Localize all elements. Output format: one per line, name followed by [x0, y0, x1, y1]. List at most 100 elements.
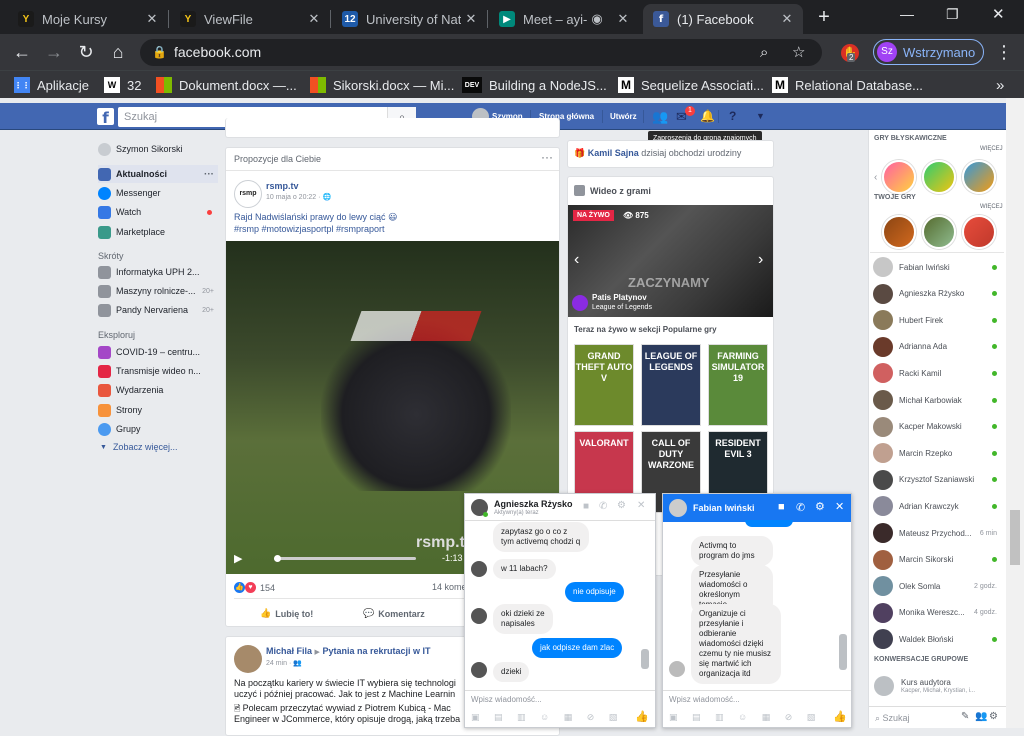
- tab-university[interactable]: 12 University of Natu ✕: [332, 4, 487, 34]
- explore-item[interactable]: COVID-19 – centru...: [98, 343, 218, 361]
- comment-button[interactable]: 💬 Komentarz: [363, 608, 425, 619]
- game-icon[interactable]: [882, 215, 916, 249]
- address-bar[interactable]: 🔒 facebook.com ⌕ ☆: [140, 39, 822, 66]
- contact-item[interactable]: Adrianna Ada: [873, 334, 1003, 360]
- sidebar-item-marketplace[interactable]: Marketplace: [98, 223, 218, 241]
- thumbs-up-icon[interactable]: 👍: [833, 710, 847, 723]
- scrollbar-thumb[interactable]: [839, 634, 847, 670]
- explore-item[interactable]: Strony: [98, 401, 218, 419]
- help-icon[interactable]: ?: [729, 103, 736, 130]
- star-icon[interactable]: ☆: [792, 39, 805, 66]
- explore-item[interactable]: Grupy: [98, 420, 218, 438]
- chat-toolbar-icons[interactable]: ▣ ▤ ▥ ☺ ▦ ⊘ ▧: [471, 712, 623, 723]
- back-icon[interactable]: ←: [10, 40, 34, 64]
- tab-meet[interactable]: ▶ Meet – ayi-tv ◉ ✕: [489, 4, 639, 34]
- bookmark-wiki[interactable]: W 32: [104, 76, 141, 94]
- menu-icon[interactable]: ⋮: [992, 40, 1016, 64]
- chevron-right-icon[interactable]: ›: [758, 251, 763, 269]
- game-tile-gta[interactable]: GRAND THEFT AUTO V: [574, 344, 634, 426]
- game-icon[interactable]: [922, 160, 956, 194]
- game-icon[interactable]: [922, 215, 956, 249]
- chevron-left-icon[interactable]: ‹: [874, 172, 877, 183]
- more-games-link[interactable]: WIĘCEJ: [980, 204, 1003, 210]
- chat-name[interactable]: Fabian Iwiński: [693, 503, 755, 513]
- chat-name[interactable]: Agnieszka Rżysko: [494, 499, 573, 509]
- restore-icon[interactable]: ❐: [946, 6, 966, 23]
- chevron-left-icon[interactable]: ‹: [574, 251, 579, 269]
- phone-icon[interactable]: ✆: [796, 501, 805, 514]
- game-tile-lol[interactable]: LEAGUE OF LEGENDS: [641, 344, 701, 426]
- scrollbar[interactable]: [1006, 98, 1024, 728]
- settings-icon[interactable]: ⚙: [989, 711, 998, 722]
- facebook-logo-icon[interactable]: f: [97, 108, 114, 127]
- birthday-card[interactable]: 🎁 Kamil Sajna dzisiaj obchodzi urodziny: [567, 140, 774, 168]
- chat-header[interactable]: Fabian Iwiński ■ ✆ ⚙ ✕: [663, 494, 851, 522]
- contact-item[interactable]: Krzysztof Szaniawski: [873, 467, 1003, 493]
- forward-icon[interactable]: →: [42, 40, 66, 64]
- reactions[interactable]: 👍 ♥ 154: [234, 582, 275, 593]
- nav-profile-link[interactable]: Szymon Sikorski: [98, 140, 218, 158]
- close-icon[interactable]: ✕: [142, 11, 162, 27]
- more-bookmarks[interactable]: »: [996, 76, 1004, 94]
- shortcut-item[interactable]: Pandy Nervariena 20+: [98, 301, 218, 319]
- explore-item[interactable]: Transmisje wideo n...: [98, 362, 218, 380]
- birthday-name[interactable]: Kamil Sajna: [588, 148, 639, 158]
- contact-item[interactable]: Kacper Makowski: [873, 414, 1003, 440]
- reload-icon[interactable]: ↻: [74, 40, 98, 64]
- contact-item[interactable]: Michał Karbowiak: [873, 387, 1003, 413]
- video-call-icon[interactable]: ■: [778, 501, 785, 513]
- see-more-link[interactable]: ▼ Zobacz więcej...: [98, 438, 218, 456]
- profile-button[interactable]: Sz Wstrzymano: [873, 39, 984, 65]
- game-icon[interactable]: [882, 160, 916, 194]
- contact-item[interactable]: Waldek Błoński: [873, 626, 1003, 652]
- tab-facebook[interactable]: f (1) Facebook ✕: [643, 4, 803, 34]
- scrollbar-thumb[interactable]: [641, 649, 649, 669]
- window-close-icon[interactable]: ✕: [992, 5, 1012, 23]
- contact-item[interactable]: Monika Wereszc... 4 godz.: [873, 600, 1003, 626]
- contact-item[interactable]: Marcin Rzepko: [873, 440, 1003, 466]
- sidebar-item-watch[interactable]: Watch: [98, 203, 218, 221]
- close-icon[interactable]: ✕: [613, 11, 633, 27]
- message-input[interactable]: Wpisz wiadomość...: [471, 695, 542, 704]
- video-progress[interactable]: [274, 555, 416, 562]
- bookmark-dokument[interactable]: Dokument.docx —...: [156, 76, 297, 94]
- thumbs-up-icon[interactable]: 👍: [635, 710, 649, 723]
- bookmark-sequelize[interactable]: M Sequelize Associati...: [618, 76, 764, 94]
- avatar[interactable]: [234, 645, 262, 673]
- avatar[interactable]: rsmp: [234, 180, 262, 208]
- chat-header[interactable]: Agnieszka Rżysko Aktywny(a) teraz ■ ✆ ⚙ …: [465, 494, 655, 521]
- message-input[interactable]: Wpisz wiadomość...: [669, 695, 740, 704]
- explore-item[interactable]: Wydarzenia: [98, 381, 218, 399]
- settings-icon[interactable]: ⚙: [815, 500, 825, 513]
- close-icon[interactable]: ✕: [777, 11, 797, 27]
- tab-moje-kursy[interactable]: Y Moje Kursy ✕: [8, 4, 168, 34]
- game-icon[interactable]: [962, 160, 996, 194]
- nav-create[interactable]: Utwórz: [610, 103, 637, 130]
- new-tab-button[interactable]: +: [812, 4, 836, 30]
- video-call-icon[interactable]: ■: [583, 501, 589, 512]
- close-icon[interactable]: ✕: [835, 500, 844, 513]
- more-icon[interactable]: ···: [541, 150, 553, 164]
- bookmark-sikorski[interactable]: Sikorski.docx — Mi...: [310, 76, 454, 94]
- notifications-icon[interactable]: 🔔: [700, 103, 715, 130]
- contact-item[interactable]: Hubert Firek: [873, 307, 1003, 333]
- shortcut-item[interactable]: Maszyny rolnicze-... 20+: [98, 282, 218, 300]
- group-icon[interactable]: 👥: [975, 711, 987, 722]
- more-games-link[interactable]: WIĘCEJ: [980, 146, 1003, 152]
- settings-icon[interactable]: ⚙: [617, 500, 626, 511]
- bookmark-relational[interactable]: M Relational Database...: [772, 76, 923, 94]
- live-stream-thumbnail[interactable]: NA ŻYWO 👁 875 ‹ › ZACZYNAMY Patis Platyn…: [568, 205, 773, 317]
- play-icon[interactable]: ▶: [234, 552, 242, 565]
- friend-requests-icon[interactable]: 👥: [652, 103, 668, 130]
- post-author[interactable]: rsmp.tv: [266, 181, 299, 191]
- home-icon[interactable]: ⌂: [106, 40, 130, 64]
- chat-toolbar-icons[interactable]: ▣ ▤ ▥ ☺ ▦ ⊘ ▧: [669, 712, 821, 723]
- bookmark-apps[interactable]: ⋮⋮ Aplikacje: [14, 76, 89, 94]
- contact-item[interactable]: Fabian Iwiński: [873, 254, 1003, 280]
- game-tile-farming[interactable]: FARMING SIMULATOR 19: [708, 344, 768, 426]
- zoom-icon[interactable]: ⌕: [760, 39, 768, 66]
- sidebar-item-news[interactable]: Aktualności ···: [98, 165, 218, 183]
- bookmark-dev[interactable]: DEV Building a NodeJS...: [462, 76, 607, 94]
- new-message-icon[interactable]: ✎: [961, 711, 969, 722]
- close-icon[interactable]: ✕: [637, 500, 645, 511]
